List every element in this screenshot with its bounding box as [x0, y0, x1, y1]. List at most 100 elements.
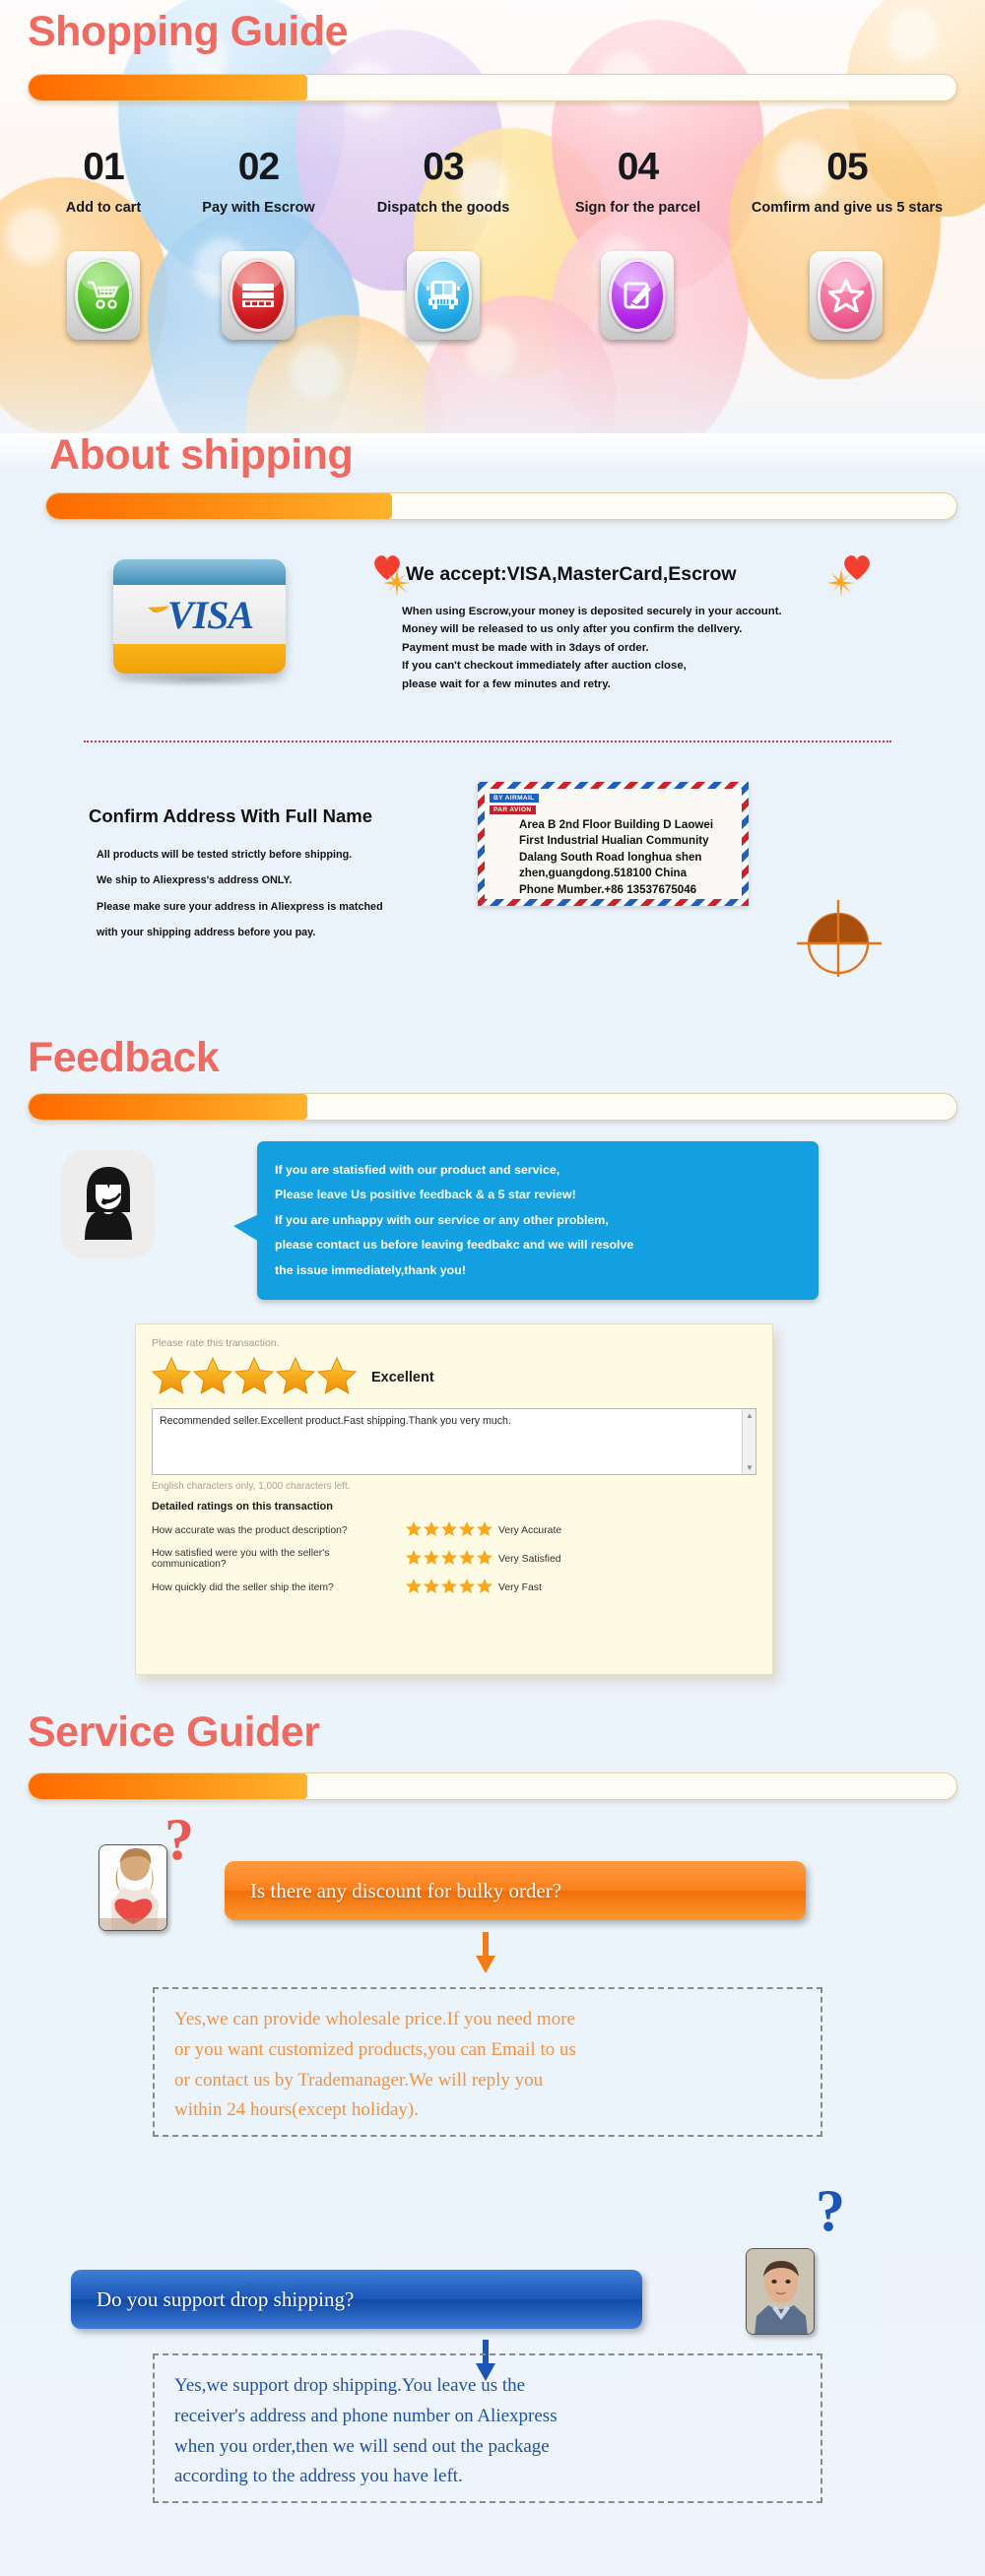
accept-line: When using Escrow,your money is deposite…	[402, 606, 782, 617]
overall-rating-row[interactable]: Excellent	[151, 1355, 756, 1399]
accept-line: If you can't checkout immediately after …	[402, 660, 687, 673]
step-05: 05 Comfirm and give us 5 stars	[749, 148, 946, 218]
detailed-ratings-title: Detailed ratings on this transaction	[152, 1501, 333, 1513]
step-icon-tile-3[interactable]	[407, 251, 480, 340]
answer-line: or you want customized products,you can …	[174, 2038, 576, 2060]
step-number: 05	[826, 146, 868, 188]
detailed-rating-question: How satisfied were you with the seller's…	[152, 1548, 330, 1570]
progress-bar-fill	[29, 75, 307, 100]
accept-payments-details: When using Escrow,your money is deposite…	[402, 603, 782, 693]
step-label: Add to cart	[65, 200, 142, 216]
rating-stars[interactable]	[151, 1355, 359, 1399]
envelope-address: Area B 2nd Floor Building D Laowei First…	[519, 817, 735, 898]
scroll-down-arrow-icon[interactable]: ▼	[746, 1463, 754, 1472]
detailed-rating-row: How satisfied were you with the seller's…	[152, 1548, 756, 1570]
address-line: zhen,guangdong.518100 China	[519, 867, 688, 880]
section-title-service-guider: Service Guider	[28, 1708, 320, 1756]
visa-card-shadow	[113, 672, 286, 687]
detailed-rating-answer: Very Fast	[498, 1581, 542, 1593]
sparkle-icon-right	[827, 569, 855, 597]
answer-box-1: Yes,we can provide wholesale price.If yo…	[153, 1987, 822, 2137]
textarea-scrollbar[interactable]: ▲ ▼	[742, 1409, 755, 1474]
step-label: Dispatch the goods	[376, 200, 510, 216]
answer-line: according to the address you have left.	[174, 2466, 463, 2487]
review-textarea[interactable]: Recommended seller.Excellent product.Fas…	[152, 1408, 756, 1475]
marketing-page: Shopping Guide 01 Add to cart 02 Pay wit…	[0, 0, 985, 2576]
progress-bar-shopping-guide	[28, 74, 957, 101]
question-pill-2: Do you support drop shipping?	[71, 2270, 642, 2329]
step-icon-tile-4[interactable]	[601, 251, 674, 340]
question-mark-icon-2: ?	[816, 2178, 845, 2243]
detailed-rating-stars[interactable]	[406, 1550, 498, 1568]
step-number: 01	[83, 146, 124, 188]
star-icon	[818, 259, 875, 332]
airmail-tag: BY AIRMAIL	[490, 794, 539, 803]
delivery-truck-icon	[415, 259, 472, 332]
par-avion-tag: PAR AVION	[490, 805, 536, 814]
address-line: Area B 2nd Floor Building D Laowei	[519, 818, 714, 831]
confirm-address-line: We ship to Aliexpress's address ONLY.	[97, 874, 293, 887]
step-number: 02	[237, 146, 280, 188]
accept-line: Payment must be made with in 3days of or…	[402, 641, 649, 654]
step-label: Pay with Escrow	[202, 200, 315, 216]
step-number: 03	[423, 146, 464, 188]
bubble-line: Please leave Us positive feedback & a 5 …	[275, 1188, 576, 1202]
detailed-rating-answer: Very Accurate	[498, 1524, 562, 1536]
support-agent-avatar	[61, 1150, 155, 1258]
scroll-up-arrow-icon[interactable]: ▲	[746, 1411, 754, 1420]
detailed-rating-question: How quickly did the seller ship the item…	[152, 1581, 334, 1593]
confirm-address-line: Please make sure your address in Aliexpr…	[97, 900, 383, 913]
confirm-address-title: Confirm Address With Full Name	[89, 805, 372, 826]
review-text: Recommended seller.Excellent product.Fas…	[160, 1415, 511, 1427]
detailed-rating-stars[interactable]	[406, 1521, 498, 1539]
answer-line: Yes,we support drop shipping.You leave u…	[174, 2375, 526, 2396]
rating-card: Please rate this transaction. Excellent …	[135, 1323, 773, 1675]
step-04: 04 Sign for the parcel	[547, 148, 729, 217]
step-02: 02 Pay with Escrow	[172, 148, 345, 217]
step-icon-tile-5[interactable]	[810, 251, 883, 340]
characters-left-note: English characters only, 1,000 character…	[152, 1481, 351, 1492]
address-line: Dalang South Road longhua shen	[519, 850, 702, 864]
arrow-down-icon-1	[472, 1932, 499, 1978]
section-title-about-shipping: About shipping	[49, 431, 354, 479]
progress-bar-fill	[29, 1094, 307, 1120]
answer-line: Yes,we can provide wholesale price.If yo…	[174, 2009, 575, 2029]
answer-line: when you order,then we will send out the…	[174, 2435, 550, 2457]
shopping-cart-icon	[75, 259, 132, 332]
bubble-line: If you are statisfied with our product a…	[275, 1163, 560, 1177]
step-icon-tile-2[interactable]	[222, 251, 295, 340]
visa-wordmark: VISA	[166, 592, 254, 637]
visa-card-logo: VISA	[113, 559, 286, 674]
bubble-line: please contact us before leaving feedbak…	[275, 1238, 634, 1253]
section-title-feedback: Feedback	[28, 1034, 220, 1081]
progress-bar-fill	[29, 1773, 307, 1799]
answer-box-2: Yes,we support drop shipping.You leave u…	[153, 2353, 822, 2503]
progress-bar-about-shipping	[45, 492, 957, 520]
question-text-2: Do you support drop shipping?	[97, 2286, 355, 2311]
man-portrait-photo	[746, 2248, 815, 2335]
feedback-speech-bubble: If you are statisfied with our product a…	[233, 1141, 819, 1301]
answer-text-1: Yes,we can provide wholesale price.If yo…	[155, 1989, 821, 2142]
detailed-rating-stars[interactable]	[406, 1578, 498, 1596]
airmail-envelope: BY AIRMAIL PAR AVION Area B 2nd Floor Bu…	[478, 782, 749, 906]
step-03: 03 Dispatch the goods	[350, 148, 537, 217]
question-mark-icon-1: ?	[164, 1807, 194, 1872]
detailed-rating-question: How accurate was the product description…	[152, 1524, 348, 1536]
accept-line: please wait for a few minutes and retry.	[402, 677, 611, 690]
answer-line: receiver's address and phone number on A…	[174, 2405, 558, 2426]
step-label: Sign for the parcel	[574, 200, 701, 216]
accept-payments-heading: We accept:VISA,MasterCard,Escrow	[406, 563, 737, 585]
accept-line: Money will be released to us only after …	[402, 623, 743, 636]
question-pill-1: Is there any discount for bulky order?	[225, 1861, 806, 1920]
section-title-shopping-guide: Shopping Guide	[28, 8, 349, 55]
speech-bubble-tail	[233, 1214, 259, 1242]
address-line: First Industrial Hualian Community	[519, 834, 709, 848]
rating-word: Excellent	[371, 1369, 434, 1385]
feedback-bubble-text: If you are statisfied with our product a…	[257, 1141, 819, 1300]
step-number: 04	[617, 146, 659, 188]
sign-document-icon	[609, 259, 666, 332]
detailed-rating-row: How quickly did the seller ship the item…	[152, 1578, 756, 1596]
progress-bar-service-guider	[28, 1772, 957, 1800]
bubble-line: the issue immediately,thank you!	[275, 1262, 466, 1277]
step-icon-tile-1[interactable]	[67, 251, 140, 340]
